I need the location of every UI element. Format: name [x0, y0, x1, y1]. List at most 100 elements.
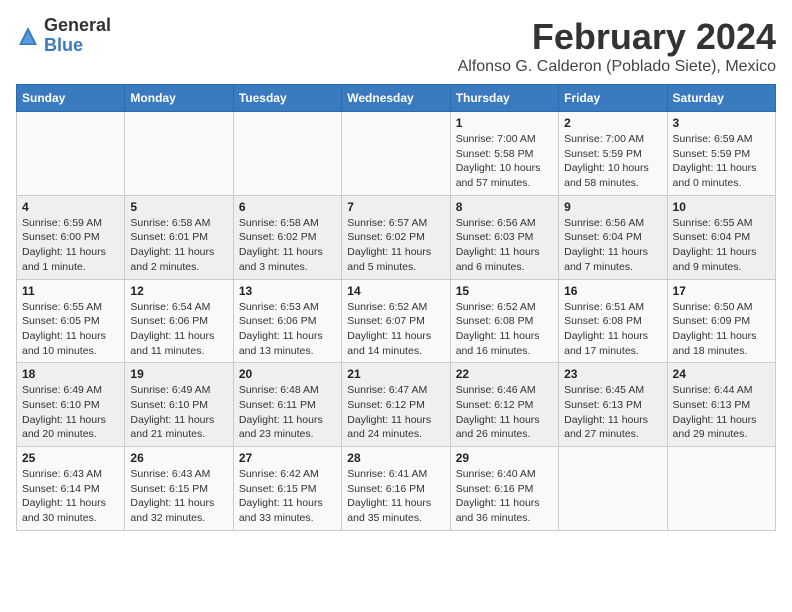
day-info: Sunrise: 6:42 AM Sunset: 6:15 PM Dayligh… [239, 467, 336, 526]
day-number: 6 [239, 200, 336, 214]
day-info: Sunrise: 6:43 AM Sunset: 6:14 PM Dayligh… [22, 467, 119, 526]
calendar-week-4: 25Sunrise: 6:43 AM Sunset: 6:14 PM Dayli… [17, 447, 776, 531]
calendar-cell: 3Sunrise: 6:59 AM Sunset: 5:59 PM Daylig… [667, 112, 775, 196]
header-day-tuesday: Tuesday [233, 85, 341, 112]
day-info: Sunrise: 6:52 AM Sunset: 6:07 PM Dayligh… [347, 300, 444, 359]
calendar-cell [125, 112, 233, 196]
day-number: 15 [456, 284, 553, 298]
calendar-subtitle: Alfonso G. Calderon (Poblado Siete), Mex… [458, 58, 776, 76]
day-info: Sunrise: 6:47 AM Sunset: 6:12 PM Dayligh… [347, 383, 444, 442]
calendar-cell: 9Sunrise: 6:56 AM Sunset: 6:04 PM Daylig… [559, 195, 667, 279]
calendar-cell: 18 Sunrise: 6:49 AM Sunset: 6:10 PM Dayli… [17, 363, 125, 447]
header: General Blue February 2024 Alfonso G. Ca… [16, 16, 776, 76]
day-info: Sunrise: 6:55 AM Sunset: 6:05 PM Dayligh… [22, 300, 119, 359]
logo-icon [16, 24, 40, 48]
header-day-thursday: Thursday [450, 85, 558, 112]
day-number: 20 [239, 367, 336, 381]
day-number: 13 [239, 284, 336, 298]
calendar-cell: 1 Sunrise: 7:00 AM Sunset: 5:58 PM Daylig… [450, 112, 558, 196]
day-number: 9 [564, 200, 661, 214]
calendar-cell: 2 Sunrise: 7:00 AM Sunset: 5:59 PM Daylig… [559, 112, 667, 196]
day-number: 16 [564, 284, 661, 298]
day-info: Sunrise: 6:59 AM Sunset: 6:00 PM Dayligh… [22, 216, 119, 275]
calendar-cell: 13 Sunrise: 6:53 AM Sunset: 6:06 PM Dayli… [233, 279, 341, 363]
calendar-cell: 11 Sunrise: 6:55 AM Sunset: 6:05 PM Dayli… [17, 279, 125, 363]
header-day-saturday: Saturday [667, 85, 775, 112]
calendar-cell: 24 Sunrise: 6:44 AM Sunset: 6:13 PM Dayli… [667, 363, 775, 447]
day-number: 17 [673, 284, 770, 298]
calendar-cell: 20 Sunrise: 6:48 AM Sunset: 6:11 PM Dayli… [233, 363, 341, 447]
day-info: Sunrise: 6:57 AM Sunset: 6:02 PM Dayligh… [347, 216, 444, 275]
day-number: 14 [347, 284, 444, 298]
header-day-friday: Friday [559, 85, 667, 112]
calendar-cell: 4 Sunrise: 6:59 AM Sunset: 6:00 PM Daylig… [17, 195, 125, 279]
day-info: Sunrise: 6:53 AM Sunset: 6:06 PM Dayligh… [239, 300, 336, 359]
calendar-cell: 21 Sunrise: 6:47 AM Sunset: 6:12 PM Dayli… [342, 363, 450, 447]
title-block: February 2024 Alfonso G. Calderon (Pobla… [458, 16, 776, 76]
logo-blue-text: Blue [44, 35, 83, 55]
day-number: 24 [673, 367, 770, 381]
calendar-cell: 19 Sunrise: 6:49 AM Sunset: 6:10 PM Dayli… [125, 363, 233, 447]
day-number: 29 [456, 451, 553, 465]
day-number: 27 [239, 451, 336, 465]
day-number: 10 [673, 200, 770, 214]
calendar-week-0: 1 Sunrise: 7:00 AM Sunset: 5:58 PM Daylig… [17, 112, 776, 196]
calendar-cell: 17Sunrise: 6:50 AM Sunset: 6:09 PM Dayli… [667, 279, 775, 363]
day-number: 4 [22, 200, 119, 214]
day-number: 23 [564, 367, 661, 381]
day-number: 11 [22, 284, 119, 298]
calendar-cell [233, 112, 341, 196]
day-number: 2 [564, 116, 661, 130]
day-info: Sunrise: 7:00 AM Sunset: 5:59 PM Dayligh… [564, 132, 661, 191]
day-info: Sunrise: 6:49 AM Sunset: 6:10 PM Dayligh… [130, 383, 227, 442]
calendar-cell: 12 Sunrise: 6:54 AM Sunset: 6:06 PM Dayli… [125, 279, 233, 363]
calendar-cell [667, 447, 775, 531]
day-info: Sunrise: 6:43 AM Sunset: 6:15 PM Dayligh… [130, 467, 227, 526]
day-info: Sunrise: 6:54 AM Sunset: 6:06 PM Dayligh… [130, 300, 227, 359]
day-number: 7 [347, 200, 444, 214]
calendar-cell: 27 Sunrise: 6:42 AM Sunset: 6:15 PM Dayli… [233, 447, 341, 531]
calendar-cell: 8Sunrise: 6:56 AM Sunset: 6:03 PM Daylig… [450, 195, 558, 279]
calendar-cell: 6Sunrise: 6:58 AM Sunset: 6:02 PM Daylig… [233, 195, 341, 279]
day-info: Sunrise: 6:58 AM Sunset: 6:01 PM Dayligh… [130, 216, 227, 275]
day-info: Sunrise: 6:52 AM Sunset: 6:08 PM Dayligh… [456, 300, 553, 359]
day-info: Sunrise: 6:49 AM Sunset: 6:10 PM Dayligh… [22, 383, 119, 442]
calendar-cell: 22 Sunrise: 6:46 AM Sunset: 6:12 PM Dayli… [450, 363, 558, 447]
calendar-cell: 23 Sunrise: 6:45 AM Sunset: 6:13 PM Dayli… [559, 363, 667, 447]
calendar-cell: 7 Sunrise: 6:57 AM Sunset: 6:02 PM Daylig… [342, 195, 450, 279]
day-number: 1 [456, 116, 553, 130]
day-number: 8 [456, 200, 553, 214]
day-number: 21 [347, 367, 444, 381]
calendar-week-1: 4 Sunrise: 6:59 AM Sunset: 6:00 PM Daylig… [17, 195, 776, 279]
calendar-header-row: SundayMondayTuesdayWednesdayThursdayFrid… [17, 85, 776, 112]
day-info: Sunrise: 7:00 AM Sunset: 5:58 PM Dayligh… [456, 132, 553, 191]
calendar-cell: 16Sunrise: 6:51 AM Sunset: 6:08 PM Dayli… [559, 279, 667, 363]
day-info: Sunrise: 6:46 AM Sunset: 6:12 PM Dayligh… [456, 383, 553, 442]
logo-general-text: General [44, 15, 111, 35]
day-number: 18 [22, 367, 119, 381]
day-info: Sunrise: 6:48 AM Sunset: 6:11 PM Dayligh… [239, 383, 336, 442]
calendar-cell: 15 Sunrise: 6:52 AM Sunset: 6:08 PM Dayli… [450, 279, 558, 363]
day-number: 12 [130, 284, 227, 298]
calendar-cell: 26Sunrise: 6:43 AM Sunset: 6:15 PM Dayli… [125, 447, 233, 531]
page-container: General Blue February 2024 Alfonso G. Ca… [16, 16, 776, 531]
calendar-cell: 14 Sunrise: 6:52 AM Sunset: 6:07 PM Dayli… [342, 279, 450, 363]
day-info: Sunrise: 6:44 AM Sunset: 6:13 PM Dayligh… [673, 383, 770, 442]
calendar-cell [342, 112, 450, 196]
day-number: 28 [347, 451, 444, 465]
calendar-cell: 10 Sunrise: 6:55 AM Sunset: 6:04 PM Dayli… [667, 195, 775, 279]
day-info: Sunrise: 6:41 AM Sunset: 6:16 PM Dayligh… [347, 467, 444, 526]
day-info: Sunrise: 6:40 AM Sunset: 6:16 PM Dayligh… [456, 467, 553, 526]
calendar-cell: 25Sunrise: 6:43 AM Sunset: 6:14 PM Dayli… [17, 447, 125, 531]
calendar-week-2: 11 Sunrise: 6:55 AM Sunset: 6:05 PM Dayli… [17, 279, 776, 363]
logo: General Blue [16, 16, 111, 56]
day-number: 22 [456, 367, 553, 381]
day-info: Sunrise: 6:55 AM Sunset: 6:04 PM Dayligh… [673, 216, 770, 275]
day-number: 19 [130, 367, 227, 381]
calendar-cell [559, 447, 667, 531]
calendar-table: SundayMondayTuesdayWednesdayThursdayFrid… [16, 84, 776, 531]
calendar-cell: 28 Sunrise: 6:41 AM Sunset: 6:16 PM Dayli… [342, 447, 450, 531]
header-day-sunday: Sunday [17, 85, 125, 112]
day-info: Sunrise: 6:45 AM Sunset: 6:13 PM Dayligh… [564, 383, 661, 442]
calendar-cell: 5Sunrise: 6:58 AM Sunset: 6:01 PM Daylig… [125, 195, 233, 279]
